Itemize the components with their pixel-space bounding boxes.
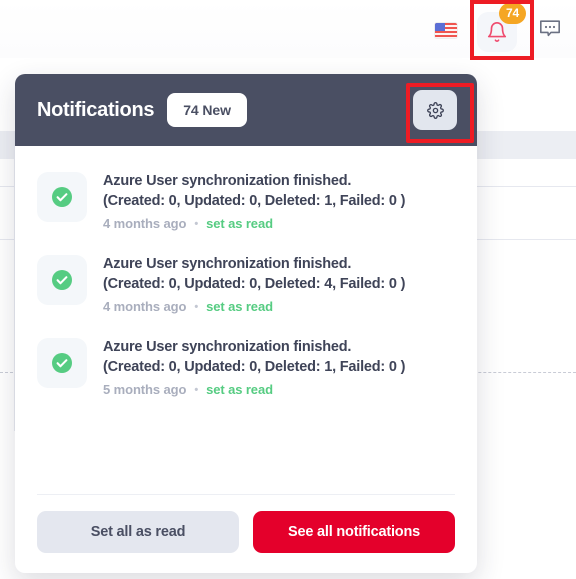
notification-item[interactable]: Azure User synchronization finished. (Cre… — [15, 243, 477, 326]
us-flag-icon[interactable] — [435, 23, 457, 38]
notification-message: Azure User synchronization finished. (Cre… — [103, 337, 405, 377]
set-all-as-read-button[interactable]: Set all as read — [37, 511, 239, 553]
notification-message-line1: Azure User synchronization finished. — [103, 173, 352, 189]
notification-body: Azure User synchronization finished. (Cre… — [103, 336, 405, 397]
notification-message: Azure User synchronization finished. (Cre… — [103, 171, 405, 211]
notification-timestamp: 4 months ago — [103, 216, 187, 231]
notification-timestamp: 4 months ago — [103, 299, 187, 314]
topbar-icon-cluster: 74 — [425, 0, 576, 62]
meta-separator: • — [194, 383, 199, 396]
gear-icon — [426, 101, 444, 119]
check-circle-icon — [52, 270, 72, 290]
notification-status-icon-container — [37, 172, 87, 222]
notification-status-icon-container — [37, 338, 87, 388]
notification-meta: 4 months ago • set as read — [103, 216, 405, 231]
notification-item[interactable]: Azure User synchronization finished. (Cre… — [15, 160, 477, 243]
notifications-list[interactable]: Azure User synchronization finished. (Cre… — [15, 146, 477, 494]
notification-message-line2: (Created: 0, Updated: 0, Deleted: 1, Fai… — [103, 193, 406, 209]
notifications-dropdown-panel: Notifications 74 New Azure User synchron… — [15, 74, 477, 573]
chat-bubble-icon — [540, 20, 560, 37]
notification-body: Azure User synchronization finished. (Cre… — [103, 253, 405, 314]
chat-bubble-button[interactable] — [535, 15, 565, 43]
notification-status-icon-container — [37, 255, 87, 305]
check-circle-icon — [52, 187, 72, 207]
notifications-panel-header: Notifications 74 New — [15, 74, 477, 146]
notification-settings-button[interactable] — [413, 90, 457, 130]
bell-icon — [487, 22, 507, 42]
check-circle-icon — [52, 353, 72, 373]
notification-message-line2: (Created: 0, Updated: 0, Deleted: 1, Fai… — [103, 359, 406, 375]
set-as-read-link[interactable]: set as read — [206, 299, 273, 314]
new-count-badge: 74 New — [167, 93, 247, 127]
notification-item[interactable]: Azure User synchronization finished. (Cre… — [15, 326, 477, 409]
notification-message: Azure User synchronization finished. (Cre… — [103, 254, 405, 294]
notification-meta: 5 months ago • set as read — [103, 382, 405, 397]
meta-separator: • — [194, 300, 199, 313]
set-as-read-link[interactable]: set as read — [206, 216, 273, 231]
notification-meta: 4 months ago • set as read — [103, 299, 405, 314]
notification-message-line1: Azure User synchronization finished. — [103, 256, 352, 272]
meta-separator: • — [194, 217, 199, 230]
notification-message-line1: Azure User synchronization finished. — [103, 339, 352, 355]
bell-badge-count: 74 — [499, 3, 526, 24]
notifications-bell-button[interactable]: 74 — [473, 3, 526, 57]
notifications-footer: Set all as read See all notifications — [15, 495, 477, 573]
see-all-notifications-button[interactable]: See all notifications — [253, 511, 455, 553]
set-as-read-link[interactable]: set as read — [206, 382, 273, 397]
notification-timestamp: 5 months ago — [103, 382, 187, 397]
page-title: Notifications — [37, 98, 155, 121]
notification-body: Azure User synchronization finished. (Cre… — [103, 170, 405, 231]
notification-message-line2: (Created: 0, Updated: 0, Deleted: 4, Fai… — [103, 276, 406, 292]
